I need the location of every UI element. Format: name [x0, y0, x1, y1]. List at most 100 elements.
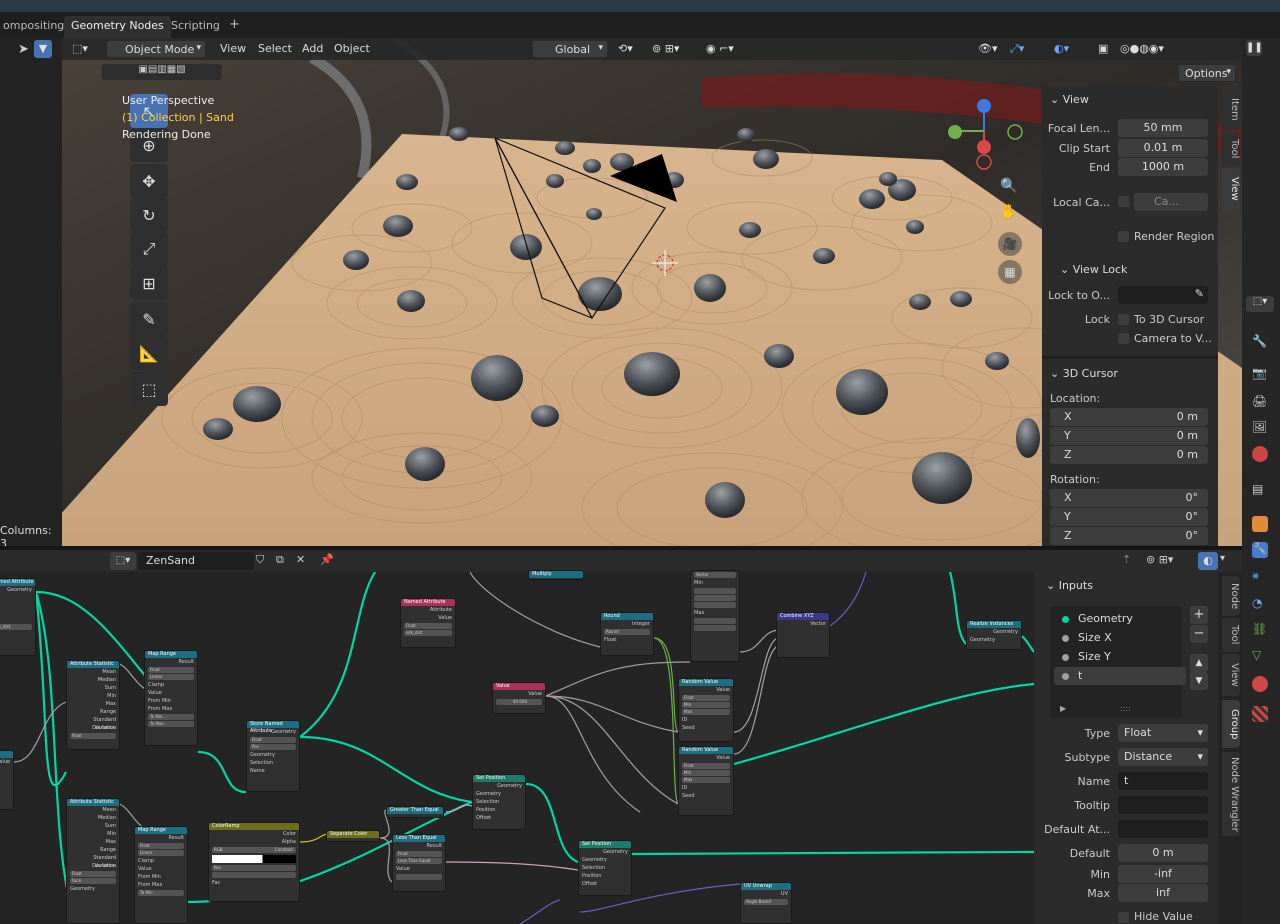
physics-icon[interactable]: ◔ — [1252, 596, 1268, 612]
tab-tool[interactable]: Tool — [1222, 618, 1240, 652]
add-input-button[interactable]: + — [1190, 606, 1208, 624]
map-range-node[interactable]: Value — [0, 750, 14, 810]
input-item-geometry[interactable]: Geometry — [1054, 610, 1186, 628]
attribute-statistic-node[interactable]: Attribute Statistic Mean Median Sum Min … — [66, 660, 120, 750]
inputs-header[interactable]: ⌄ Inputs — [1046, 579, 1093, 592]
material-properties-icon[interactable] — [1252, 676, 1268, 692]
pause-icon[interactable]: ❚❚ — [1246, 40, 1263, 56]
camera-to-view-checkbox[interactable] — [1118, 333, 1129, 344]
random-value-node[interactable]: Random Value Value Float Min Max ID Seed — [678, 678, 734, 742]
rotation-x-field[interactable]: X 0° — [1050, 489, 1208, 507]
pan-hand-icon[interactable]: ✋ — [1000, 204, 1017, 220]
modifier-properties-icon[interactable]: 🔧 — [1252, 542, 1268, 558]
scene-properties-icon[interactable] — [1252, 446, 1268, 462]
selection-mode-icons[interactable]: ▣▤▥▦▧ — [102, 64, 222, 80]
uv-unwrap-node[interactable]: UV Unwrap UV Angle Based — [740, 882, 792, 924]
lock-object-field[interactable]: ✎ — [1118, 286, 1208, 304]
editor-type-icon[interactable]: ⬚▾ — [72, 42, 88, 55]
transform-orientation-dropdown[interactable]: Global ▾ — [532, 40, 608, 58]
type-dropdown[interactable]: Float ▾ — [1118, 724, 1208, 742]
local-camera-field[interactable]: Ca... — [1134, 193, 1208, 211]
map-range-node[interactable]: Map Range Result Float Linear Clamp Valu… — [134, 826, 188, 924]
set-position-node[interactable]: Set Position Geometry Geometry Selection… — [578, 840, 632, 896]
move-up-button[interactable]: ▲ — [1190, 654, 1208, 672]
resize-grip-icon[interactable]: :::: — [1120, 704, 1131, 713]
properties-editor-type-icon[interactable]: ⬚▾ — [1246, 296, 1274, 312]
subtype-dropdown[interactable]: Distance ▾ — [1118, 748, 1208, 766]
remove-input-button[interactable]: − — [1190, 625, 1208, 643]
menu-select[interactable]: Select — [258, 42, 292, 55]
rotation-z-field[interactable]: Z 0° — [1050, 527, 1208, 545]
close-icon[interactable]: ✕ — [296, 553, 305, 566]
render-region-checkbox[interactable] — [1118, 231, 1129, 242]
round-node[interactable]: Round Integer Round Float — [600, 612, 654, 656]
panel-header-3d-cursor[interactable]: ⌄ 3D Cursor — [1042, 362, 1218, 386]
options-dropdown[interactable]: Options ▾ — [1178, 64, 1236, 82]
random-value-node[interactable]: Random Value Value Float Min Max ID Seed — [678, 746, 734, 816]
expand-arrow-icon[interactable]: ▶ — [1060, 704, 1066, 713]
grid-toggle-icon[interactable]: ▦ — [998, 260, 1022, 284]
input-item-size-y[interactable]: Size Y — [1054, 648, 1186, 666]
input-item-t[interactable]: t — [1054, 667, 1186, 685]
filter-icon[interactable]: ▼ — [34, 40, 52, 58]
map-range-node[interactable]: Map Range Result Float Linear Clamp Valu… — [144, 650, 198, 746]
chevron-down-icon[interactable]: ▾ — [1220, 553, 1225, 564]
menu-view[interactable]: View — [220, 42, 246, 55]
overlays-icon[interactable]: ◐▾ — [1054, 42, 1069, 55]
focal-length-field[interactable]: 50 mm — [1118, 119, 1208, 137]
location-z-field[interactable]: Z0 m — [1050, 446, 1208, 464]
node-editor-type-icon[interactable]: ⬚▾ — [110, 552, 136, 570]
shading-modes-icon[interactable]: ◎●◍◉▾ — [1120, 42, 1164, 55]
name-field[interactable]: t — [1118, 772, 1208, 790]
value-node[interactable]: Value Value 40.000 — [492, 682, 546, 714]
measure-tool[interactable]: 📐 — [130, 336, 168, 370]
proportional-edit-icon[interactable]: ◉ ⌐▾ — [706, 42, 734, 55]
object-properties-icon[interactable] — [1252, 516, 1268, 532]
object-data-icon[interactable]: ▽ — [1252, 648, 1268, 664]
tab-item[interactable]: Item — [1222, 88, 1240, 130]
eyedropper-icon[interactable]: ✎ — [1195, 287, 1204, 300]
visibility-icon[interactable]: 👁▾ — [978, 42, 998, 55]
menu-add[interactable]: Add — [302, 42, 323, 55]
vector-node[interactable]: Vector Min Max — [690, 570, 740, 662]
scale-tool[interactable]: ⤢ — [130, 232, 168, 266]
pin-icon[interactable]: 📌 — [320, 553, 334, 566]
transform-tool[interactable]: ⊞ — [130, 266, 168, 300]
render-properties-icon[interactable]: 📷 — [1252, 366, 1268, 382]
panel-header-view-lock[interactable]: ⌄ View Lock — [1042, 258, 1218, 282]
tab-compositing[interactable]: ompositing — [0, 16, 71, 38]
local-camera-checkbox[interactable] — [1118, 196, 1129, 207]
node-tree-name-field[interactable]: ZenSand — [138, 552, 254, 570]
multiply-node[interactable]: Multiply — [528, 570, 584, 580]
hide-value-checkbox[interactable] — [1118, 912, 1129, 923]
particles-icon[interactable]: ⚹ — [1252, 568, 1268, 584]
max-field[interactable]: inf — [1118, 884, 1208, 902]
tab-group[interactable]: Group — [1222, 700, 1240, 748]
fake-user-shield-icon[interactable]: ⛉ — [256, 553, 264, 567]
move-tool[interactable]: ✥ — [130, 164, 168, 198]
tab-geometry-nodes[interactable]: Geometry Nodes — [64, 16, 171, 38]
location-y-field[interactable]: Y0 m — [1050, 427, 1208, 445]
location-x-field[interactable]: X0 m — [1050, 408, 1208, 426]
tab-view[interactable]: View — [1222, 168, 1240, 210]
move-down-button[interactable]: ▼ — [1190, 672, 1208, 690]
snap-icon[interactable]: ⊚ ⊞▾ — [652, 42, 679, 55]
input-item-size-x[interactable]: Size X — [1054, 629, 1186, 647]
camera-view-icon[interactable]: 🎥 — [998, 232, 1022, 256]
less-than-node[interactable]: Less Than Equal Result Float Less Than E… — [392, 834, 446, 892]
to-3d-cursor-checkbox[interactable] — [1118, 314, 1129, 325]
rotate-tool[interactable]: ↻ — [130, 198, 168, 232]
tab-node[interactable]: Node — [1222, 576, 1240, 616]
duplicate-icon[interactable]: ⧉ — [276, 553, 284, 567]
min-field[interactable]: -inf — [1118, 865, 1208, 883]
clip-start-field[interactable]: 0.01 m — [1118, 139, 1208, 157]
output-properties-icon[interactable]: 🖨 — [1252, 394, 1268, 410]
store-named-attribute-node[interactable]: Store Named Attribute Geometry Float Pos… — [246, 720, 300, 792]
gizmo-toggle-icon[interactable]: ⤢▾ — [1010, 42, 1024, 56]
combine-xyz-node[interactable]: Combine XYZ Vector — [776, 612, 830, 658]
color-ramp-gradient[interactable] — [212, 855, 296, 863]
view-layer-icon[interactable]: 🖼 — [1252, 420, 1268, 436]
tooltip-field[interactable] — [1118, 796, 1208, 814]
tab-view[interactable]: View — [1222, 654, 1240, 696]
zoom-icon[interactable]: 🔍 — [1000, 178, 1017, 194]
